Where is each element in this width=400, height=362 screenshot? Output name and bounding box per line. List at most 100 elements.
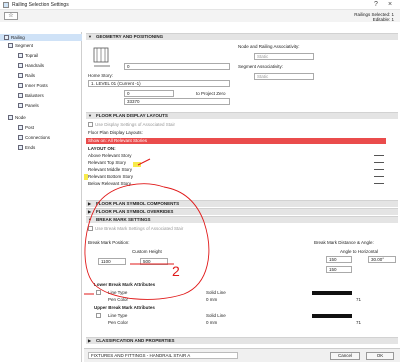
layout-row[interactable]: Relevant Middle Story [86, 167, 386, 173]
symbol-components-header[interactable]: ▶ FLOOR PLAN SYMBOL COMPONENTS [86, 200, 398, 207]
handrail-icon [18, 63, 23, 69]
line-sample [374, 183, 384, 184]
tree-label: Balusters [25, 93, 44, 98]
tree-label: Post [25, 125, 35, 130]
use-display-settings-label: Use Display Settings of Associated Stair [95, 122, 176, 127]
section-title: GEOMETRY AND POSITIONING [96, 34, 164, 39]
expand-icon: ▶ [88, 338, 92, 343]
tree-item-rails[interactable]: Rails [18, 72, 35, 79]
symbol-overrides-header[interactable]: ▶ FLOOR PLAN SYMBOL OVERRIDES [86, 208, 398, 215]
end-icon [18, 145, 23, 151]
layout-row[interactable]: Relevant Top Story [86, 160, 386, 166]
baluster-icon [18, 93, 23, 99]
lower-line-sample [312, 291, 352, 295]
tree-item-handrails[interactable]: Handrails [18, 62, 44, 69]
lower-pen-color-value[interactable]: 0 mm [206, 297, 217, 302]
floor-plan-section-header[interactable]: ▼ FLOOR PLAN DISPLAY LAYOUTS [86, 112, 398, 119]
use-break-mark-label: Use Break Mark Settings of Associated St… [95, 226, 184, 231]
tree-item-railing[interactable]: Railing [0, 34, 82, 41]
help-button[interactable]: ? [374, 1, 378, 8]
upper-line-type-checkbox[interactable] [96, 313, 101, 318]
tree-item-ends[interactable]: Ends [18, 144, 35, 151]
tree-label: Connections [25, 135, 51, 140]
close-button[interactable]: × [388, 1, 392, 8]
line-sample [374, 169, 384, 170]
tree-item-connections[interactable]: Connections [18, 134, 50, 141]
use-display-settings-checkbox[interactable] [88, 122, 93, 127]
tree-item-segment[interactable]: Segment [8, 42, 33, 49]
settings-tree: Railing Segment Toprail Handrails Rails … [0, 32, 82, 362]
bottom-offset-field[interactable]: 0 [124, 90, 174, 97]
angle-horizontal-label: Angle to Horizontal [340, 249, 379, 254]
ok-button[interactable]: OK [366, 352, 394, 360]
node-associativity-select[interactable]: Static [254, 53, 314, 60]
connection-icon [18, 135, 23, 141]
line-sample [374, 155, 384, 156]
classification-section-header[interactable]: ▶ CLASSIFICATION AND PROPERTIES [86, 337, 398, 344]
break-mark-section-header[interactable]: ▼ BREAK MARK SETTINGS [86, 216, 398, 223]
favorites-button[interactable]: ☆ [4, 12, 18, 20]
lower-line-type-checkbox[interactable] [96, 290, 101, 295]
title-bar: Railing Selection Settings ? × [0, 0, 400, 10]
railing-icon [4, 35, 9, 41]
break-angle-field[interactable]: 30.00° [368, 256, 396, 263]
lower-pen-number[interactable]: 71 [356, 297, 361, 302]
toprail-icon [18, 53, 23, 59]
upper-line-type-value[interactable]: Solid Line [206, 313, 226, 318]
tree-label: Node [15, 115, 26, 120]
tree-item-node[interactable]: Node [8, 114, 26, 121]
layer-select[interactable]: FIXTURES AND FITTINGS - HANDRAIL STAIR A [88, 352, 238, 359]
window-title: Railing Selection Settings [12, 2, 69, 8]
lower-line-type-label: Line Type [108, 290, 128, 295]
custom-height-label: Custom Height [132, 249, 162, 254]
layout-row[interactable]: Above Relevant Story [86, 153, 386, 159]
show-on-row[interactable]: Show on: All Relevant Stories [86, 138, 386, 144]
layout-label: Relevant Middle Story [88, 167, 133, 172]
tree-item-balusters[interactable]: Balusters [18, 92, 44, 99]
geometry-section-header[interactable]: ▼ GEOMETRY AND POSITIONING [86, 33, 398, 40]
tree-label: Segment [15, 43, 34, 48]
lower-line-type-value[interactable]: Solid Line [206, 290, 226, 295]
upper-pen-color-value[interactable]: 0 mm [206, 320, 217, 325]
upper-pen-number[interactable]: 71 [356, 320, 361, 325]
layout-row[interactable]: Below Relevant Story [86, 181, 386, 187]
tree-item-inner-posts[interactable]: Inner Posts [18, 82, 48, 89]
tree-item-toprail[interactable]: Toprail [18, 52, 38, 59]
tree-label: Panels [25, 103, 39, 108]
tree-item-post[interactable]: Post [18, 124, 34, 131]
tree-item-panels[interactable]: Panels [18, 102, 39, 109]
segment-associativity-label: Segment Associativity: [238, 64, 284, 69]
to-project-zero-label: to Project Zero [196, 91, 226, 96]
segment-associativity-select[interactable]: Static [254, 73, 314, 80]
annotation-2: 2 [172, 263, 180, 279]
app-icon [3, 2, 9, 8]
section-title: CLASSIFICATION AND PROPERTIES [96, 338, 175, 343]
line-sample [374, 176, 384, 177]
lower-break-header: Lower Break Mark Attributes [94, 282, 156, 287]
break-position-field[interactable]: 1100 [98, 258, 126, 265]
section-title: BREAK MARK SETTINGS [96, 217, 151, 222]
cancel-button[interactable]: Cancel [330, 352, 360, 360]
layout-label: Above Relevant Story [88, 153, 132, 158]
collapse-icon: ▼ [88, 34, 92, 39]
node-associativity-label: Node and Railing Associativity: [238, 44, 300, 49]
tree-label: Handrails [25, 63, 45, 68]
break-distance-field[interactable]: 150 [326, 256, 352, 263]
layout-on-label: LAYOUT ON: [88, 146, 116, 151]
dialog-footer: FIXTURES AND FITTINGS - HANDRAIL STAIR A… [84, 348, 400, 362]
custom-height-field[interactable]: 500 [140, 258, 168, 265]
project-zero-field[interactable]: 33370 [124, 98, 230, 105]
star-icon: ☆ [8, 13, 14, 19]
layout-row[interactable]: Relevant Bottom Story [86, 174, 386, 180]
post-icon [18, 125, 23, 131]
line-sample [374, 162, 384, 163]
panel-icon [18, 103, 23, 109]
node-icon [8, 115, 13, 121]
home-story-select[interactable]: 1. LEVEL 01 (Current -1) [88, 80, 230, 87]
break-distance2-field[interactable]: 150 [326, 266, 352, 273]
section-title: FLOOR PLAN DISPLAY LAYOUTS [96, 113, 168, 118]
railing-top-offset-field[interactable]: 0 [124, 63, 230, 70]
tree-label: Railing [11, 35, 25, 40]
segment-icon [8, 43, 13, 49]
use-break-mark-checkbox[interactable] [88, 226, 93, 231]
